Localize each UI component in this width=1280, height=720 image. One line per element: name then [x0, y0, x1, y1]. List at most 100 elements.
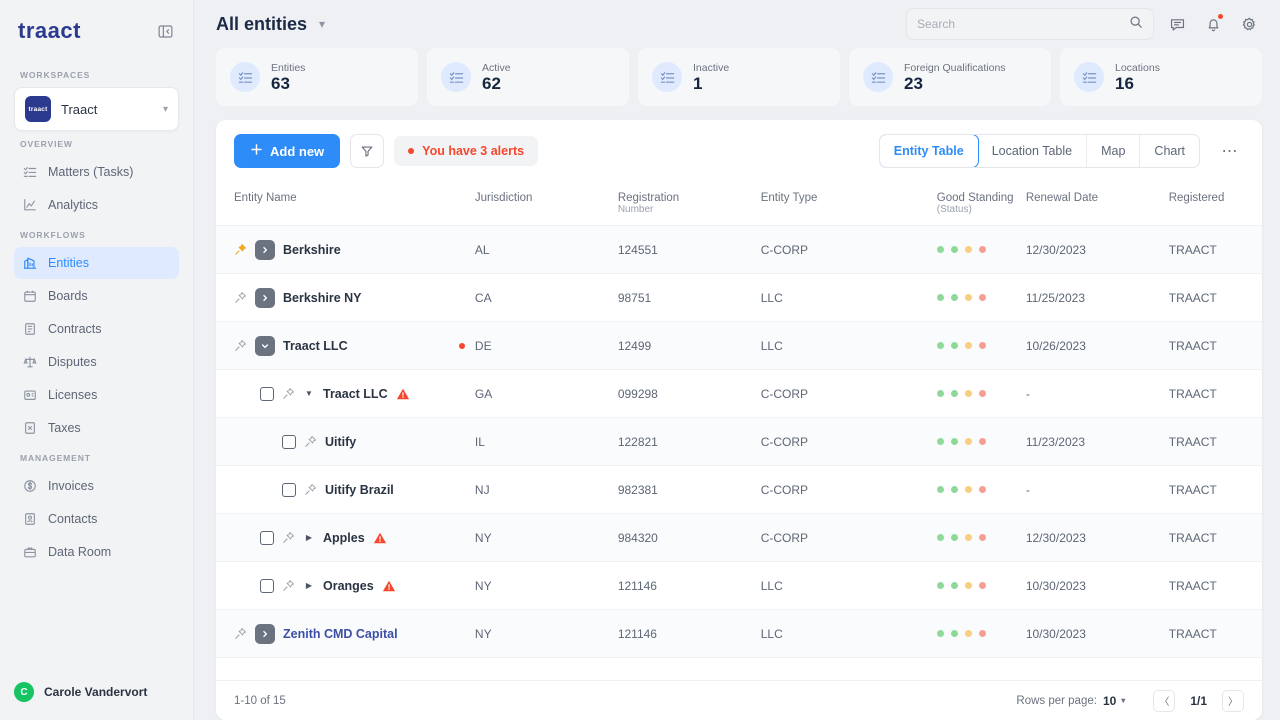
entity-name[interactable]: Zenith CMD Capital [283, 627, 398, 641]
more-horizontal-icon[interactable]: ⋯ [1216, 137, 1244, 165]
search-input[interactable] [917, 17, 1123, 31]
chevron-right-icon[interactable]: 〉 [1222, 689, 1244, 712]
table-row[interactable]: ▼ Traact LLC GA 099298 C-CORP - TRAACT [216, 369, 1262, 418]
sidebar-item-analytics[interactable]: Analytics [14, 189, 179, 221]
tab-map[interactable]: Map [1087, 135, 1141, 167]
chevron-left-icon[interactable]: 〈 [1153, 689, 1176, 712]
pin-icon[interactable] [234, 339, 247, 352]
stat-label: Entities [271, 62, 306, 74]
pin-icon[interactable] [234, 291, 247, 304]
column-entity-name[interactable]: Entity Name [216, 182, 475, 226]
table-row[interactable]: ▶ Apples NY 984320 C-CORP 12/30/2023 TRAACT [216, 513, 1262, 562]
pin-icon[interactable] [304, 483, 317, 496]
sidebar-item-disputes[interactable]: Disputes [14, 346, 179, 378]
entity-name[interactable]: Berkshire NY [283, 291, 362, 305]
sidebar-item-contracts[interactable]: Contracts [14, 313, 179, 345]
stat-card-locations[interactable]: Locations 16 [1060, 48, 1262, 106]
pin-icon[interactable] [282, 531, 295, 544]
table-row[interactable]: Uitify Brazil NJ 982381 C-CORP - TRAACT [216, 465, 1262, 514]
column-jurisdiction[interactable]: Jurisdiction [474, 182, 618, 226]
stat-value: 63 [271, 74, 290, 93]
tax-icon [22, 421, 37, 436]
entity-name[interactable]: Traact LLC [283, 339, 348, 353]
column-label: Good Standing [936, 192, 1014, 204]
status-dots [936, 390, 1026, 397]
sidebar-item-contacts[interactable]: Contacts [14, 503, 179, 535]
bell-icon[interactable] [1200, 11, 1226, 37]
entity-name[interactable]: Oranges [323, 579, 374, 593]
expand-toggle[interactable] [255, 287, 275, 308]
pin-icon[interactable] [234, 627, 247, 640]
column-registration-number[interactable]: Registration Number [617, 182, 761, 226]
table-row[interactable]: Traact LLC DE 12499 LLC 10/26/2023 TRAACT [216, 321, 1262, 370]
entity-name[interactable]: Uitify [325, 435, 356, 449]
entity-name[interactable]: Traact LLC [323, 387, 388, 401]
table-row[interactable]: Berkshire NY CA 98751 LLC 11/25/2023 TRAACT [216, 273, 1262, 322]
message-icon[interactable] [1164, 11, 1190, 37]
panel-collapse-icon[interactable] [155, 21, 175, 41]
table-row[interactable]: Berkshire AL 124551 C-CORP 12/30/2023 TRAACT [216, 225, 1262, 274]
alerts-badge[interactable]: You have 3 alerts [394, 136, 539, 166]
table-row[interactable]: Uitify IL 122821 C-CORP 11/23/2023 TRAACT [216, 417, 1262, 466]
stat-card-inactive[interactable]: Inactive 1 [638, 48, 840, 106]
pin-icon[interactable] [234, 243, 247, 256]
sidebar-item-taxes[interactable]: Taxes [14, 412, 179, 444]
row-checkbox[interactable] [260, 530, 274, 545]
pin-icon[interactable] [282, 387, 295, 400]
cell-registered: TRAACT [1168, 609, 1262, 658]
cell-renewal-date: 12/30/2023 [1025, 513, 1169, 562]
search-icon[interactable] [1129, 15, 1143, 34]
caret-down-icon[interactable]: ▼ [303, 389, 315, 398]
tab-location-table[interactable]: Location Table [978, 135, 1088, 167]
sidebar-item-boards[interactable]: Boards [14, 280, 179, 312]
cell-entity-name: Uitify [216, 417, 475, 466]
row-checkbox[interactable] [260, 386, 274, 401]
stat-card-foreign-qualifications[interactable]: Foreign Qualifications 23 [849, 48, 1051, 106]
filter-icon[interactable] [350, 134, 385, 168]
expand-toggle[interactable] [255, 335, 275, 356]
pin-icon[interactable] [282, 579, 295, 592]
sidebar-item-invoices[interactable]: Invoices [14, 470, 179, 502]
table-row[interactable]: Zenith CMD Capital NY 121146 LLC 10/30/2023 T… [216, 609, 1262, 658]
pin-icon[interactable] [304, 435, 317, 448]
stat-card-entities[interactable]: Entities 63 [216, 48, 418, 106]
expand-toggle[interactable] [255, 239, 275, 260]
column-registered[interactable]: Registered [1168, 182, 1262, 226]
chevron-down-icon[interactable]: ▾ [319, 17, 325, 31]
entity-name[interactable]: Berkshire [283, 243, 341, 257]
rows-per-page-label: Rows per page: [1016, 694, 1097, 707]
user-profile[interactable]: C Carole Vandervort [14, 682, 147, 702]
tab-entity-table[interactable]: Entity Table [879, 135, 979, 167]
entity-name[interactable]: Uitify Brazil [325, 483, 394, 497]
app-root: traact WORKSPACES traact Traact ▾ OVERVI… [0, 0, 1280, 720]
sidebar-item-licenses[interactable]: Licenses [14, 379, 179, 411]
column-renewal-date[interactable]: Renewal Date [1025, 182, 1169, 226]
column-entity-type[interactable]: Entity Type [760, 182, 937, 226]
column-good-standing[interactable]: Good Standing (Status) [936, 182, 1026, 226]
cell-renewal-date: 12/30/2023 [1025, 225, 1169, 274]
gear-icon[interactable] [1236, 11, 1262, 37]
workspaces-label: WORKSPACES [20, 70, 91, 80]
entity-name[interactable]: Apples [323, 531, 365, 545]
table-row[interactable]: ▶ Oranges NY 121146 LLC 10/30/2023 TRAACT [216, 561, 1262, 610]
rows-per-page-select[interactable]: 10 ▾ [1103, 694, 1125, 708]
cell-registered: TRAACT [1168, 321, 1262, 370]
sidebar-item-label: Taxes [48, 421, 81, 435]
row-checkbox[interactable] [282, 434, 296, 449]
workspace-selector[interactable]: traact Traact ▾ [14, 87, 179, 131]
column-label: Entity Type [760, 192, 818, 204]
caret-right-icon[interactable]: ▶ [303, 581, 315, 590]
tab-chart[interactable]: Chart [1140, 135, 1199, 167]
sidebar-item-data-room[interactable]: Data Room [14, 536, 179, 568]
sidebar-item-entities[interactable]: Entities [14, 247, 179, 279]
add-new-button[interactable]: Add new [234, 134, 341, 168]
sidebar-item-matters[interactable]: Matters (Tasks) [14, 156, 179, 188]
search-box[interactable] [906, 8, 1154, 40]
stat-card-active[interactable]: Active 62 [427, 48, 629, 106]
row-checkbox[interactable] [260, 578, 274, 593]
row-checkbox[interactable] [282, 482, 296, 497]
expand-toggle[interactable] [255, 623, 275, 644]
cell-registration-number: 124551 [617, 225, 761, 274]
stat-cards: Entities 63 Active 62 Inactive 1 Foreign… [216, 48, 1262, 106]
caret-right-icon[interactable]: ▶ [303, 533, 315, 542]
